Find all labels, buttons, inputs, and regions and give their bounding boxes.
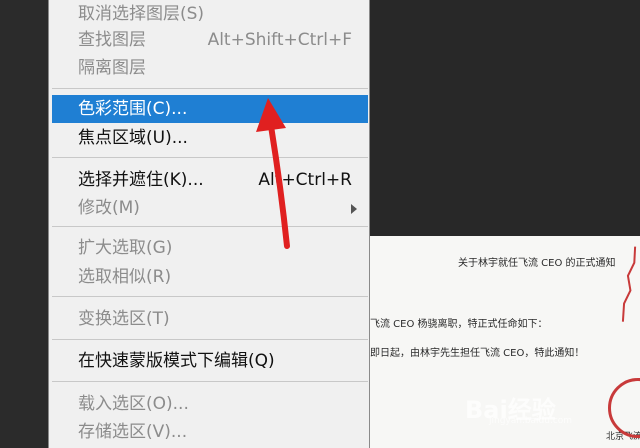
menu-item-load-selection[interactable]: 载入选区(O)... — [52, 390, 368, 418]
menu-item-label: 存储选区(V)... — [78, 422, 188, 442]
menu-separator — [52, 88, 368, 89]
menu-item-label: 取消选择图层(S) — [78, 4, 205, 24]
menu-separator — [52, 157, 368, 158]
document-line-1: 飞流 CEO 杨骁离职，特正式任命如下： — [370, 319, 548, 330]
menu-item-label: 隔离图层 — [78, 58, 146, 78]
menu-item-find-layers[interactable]: 查找图层 Alt+Shift+Ctrl+F — [52, 26, 368, 54]
menu-item-grow[interactable]: 扩大选取(G) — [52, 234, 368, 262]
baidu-jingyan-watermark: Bai经验 jingyan.baidu.com — [465, 382, 640, 430]
menu-item-label: 载入选区(O)... — [78, 394, 189, 414]
menu-separator — [52, 296, 368, 297]
document-title: 关于林宇就任飞流 CEO 的正式通知 — [458, 258, 616, 269]
select-menu-dropdown: 取消选择图层(S) 查找图层 Alt+Shift+Ctrl+F 隔离图层 色彩范… — [48, 0, 370, 448]
menu-item-label: 修改(M) — [78, 198, 140, 218]
document-line-2: 即日起，由林宇先生担任飞流 CEO，特此通知！ — [370, 348, 585, 359]
menu-item-isolate-layers[interactable]: 隔离图层 — [52, 54, 368, 82]
menu-item-quick-mask[interactable]: 在快速蒙版模式下编辑(Q) — [52, 347, 368, 375]
menu-item-shortcut: Alt+Ctrl+R — [258, 170, 352, 190]
menu-item-modify[interactable]: 修改(M) — [52, 194, 368, 222]
menu-item-shortcut: Alt+Shift+Ctrl+F — [207, 30, 352, 50]
menu-item-color-range[interactable]: 色彩范围(C)... — [52, 95, 368, 123]
watermark-url: jingyan.baidu.com — [489, 416, 573, 426]
menu-separator — [52, 226, 368, 227]
menu-item-select-and-mask[interactable]: 选择并遮住(K)... Alt+Ctrl+R — [52, 166, 368, 194]
menu-item-similar[interactable]: 选取相似(R) — [52, 263, 368, 291]
menu-item-label: 选取相似(R) — [78, 267, 172, 287]
menu-item-label: 色彩范围(C)... — [78, 99, 188, 119]
menu-item-label: 扩大选取(G) — [78, 238, 173, 258]
menu-item-deselect-layers[interactable]: 取消选择图层(S) — [52, 0, 368, 28]
menu-item-focus-area[interactable]: 焦点区域(U)... — [52, 124, 368, 152]
menu-item-transform-selection[interactable]: 变换选区(T) — [52, 305, 368, 333]
submenu-arrow-icon — [351, 204, 357, 214]
menu-item-label: 变换选区(T) — [78, 309, 170, 329]
menu-item-label: 查找图层 — [78, 30, 146, 50]
menu-item-save-selection[interactable]: 存储选区(V)... — [52, 418, 368, 446]
menu-item-label: 焦点区域(U)... — [78, 128, 188, 148]
menu-item-label: 在快速蒙版模式下编辑(Q) — [78, 351, 275, 371]
menu-separator — [52, 339, 368, 340]
canvas-background-left — [0, 0, 48, 448]
menu-separator — [52, 381, 368, 382]
menu-item-label: 选择并遮住(K)... — [78, 170, 204, 190]
